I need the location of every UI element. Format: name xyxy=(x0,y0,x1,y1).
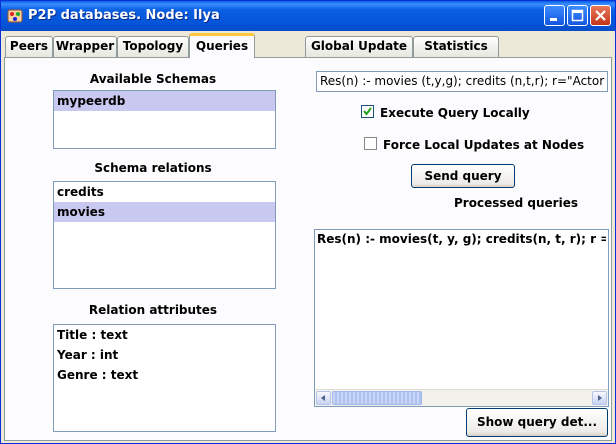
list-item[interactable]: movies xyxy=(54,202,275,222)
available-schemas-label: Available Schemas xyxy=(89,72,217,86)
close-button[interactable] xyxy=(590,5,611,26)
scrollbar-thumb[interactable] xyxy=(332,391,422,405)
window-title: P2P databases. Node: Ilya xyxy=(28,8,220,23)
close-icon xyxy=(595,10,606,21)
attributes-list[interactable]: Title : text Year : int Genre : text xyxy=(53,324,276,432)
arrow-left-icon xyxy=(321,395,325,401)
checkbox-unchecked-icon xyxy=(364,137,377,150)
minimize-icon xyxy=(550,18,557,21)
minimize-button[interactable] xyxy=(544,5,565,26)
force-updates-checkbox[interactable]: Force Local Updates at Nodes xyxy=(364,137,584,152)
processed-queries-label: Processed queries xyxy=(454,196,578,210)
relations-list[interactable]: credits movies xyxy=(53,181,276,289)
app-icon xyxy=(7,9,23,23)
title-bar[interactable]: P2P databases. Node: Ilya xyxy=(1,1,615,31)
tab-wrapper[interactable]: Wrapper xyxy=(53,36,117,57)
scroll-left-button[interactable] xyxy=(316,391,331,405)
list-item[interactable]: mypeerdb xyxy=(54,91,275,111)
force-updates-label: Force Local Updates at Nodes xyxy=(383,138,585,152)
send-query-button[interactable]: Send query xyxy=(411,164,515,188)
list-item[interactable]: Genre : text xyxy=(54,365,275,385)
schemas-list[interactable]: mypeerdb xyxy=(53,90,276,149)
execute-locally-label: Execute Query Locally xyxy=(380,106,530,120)
tab-bar: Peers Wrapper Topology Queries Global Up… xyxy=(3,33,613,58)
arrow-right-icon xyxy=(598,395,602,401)
app-window: P2P databases. Node: Ilya Peers Wrapper … xyxy=(0,0,616,444)
processed-queries-area[interactable]: Res(n) :- movies(t, y, g); credits(n, t,… xyxy=(314,229,609,407)
tab-statistics[interactable]: Statistics xyxy=(413,36,499,57)
list-item[interactable]: Year : int xyxy=(54,345,275,365)
checkbox-checked-icon xyxy=(361,105,374,118)
maximize-button[interactable] xyxy=(567,5,588,26)
list-item[interactable]: Title : text xyxy=(54,325,275,345)
show-query-details-button[interactable]: Show query det... xyxy=(466,408,608,437)
relation-attributes-label: Relation attributes xyxy=(88,303,218,317)
schema-relations-label: Schema relations xyxy=(94,161,212,175)
scroll-right-button[interactable] xyxy=(592,391,607,405)
tab-peers[interactable]: Peers xyxy=(5,36,53,57)
query-input[interactable]: Res(n) :- movies (t,y,g); credits (n,t,r… xyxy=(316,71,608,92)
execute-locally-checkbox[interactable]: Execute Query Locally xyxy=(361,105,530,120)
maximize-icon xyxy=(571,9,584,22)
processed-query-line: Res(n) :- movies(t, y, g); credits(n, t,… xyxy=(317,232,606,246)
tab-topology[interactable]: Topology xyxy=(117,36,189,57)
horizontal-scrollbar[interactable] xyxy=(315,389,608,406)
tab-queries[interactable]: Queries xyxy=(189,33,255,58)
tab-global-update[interactable]: Global Update xyxy=(305,36,413,57)
list-item[interactable]: credits xyxy=(54,182,275,202)
